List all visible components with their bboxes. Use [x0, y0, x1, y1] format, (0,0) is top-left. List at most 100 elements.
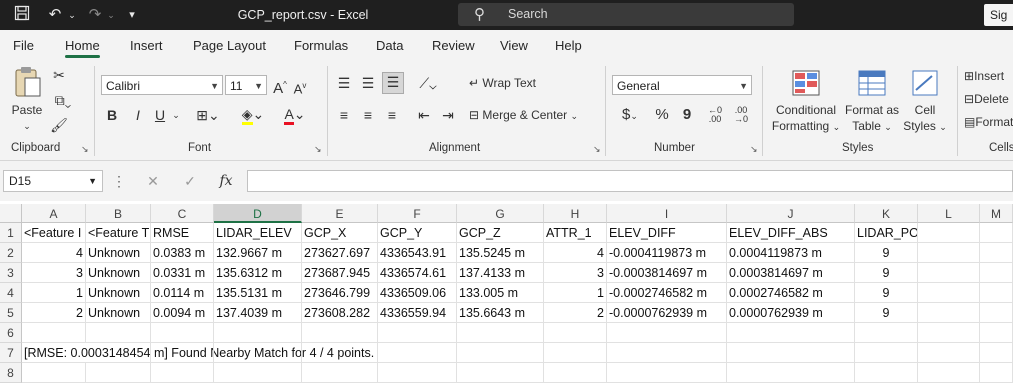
cell-c4[interactable]: 0.0114 m	[151, 283, 214, 303]
row-header-8[interactable]: 8	[0, 363, 22, 383]
chevron-down-icon[interactable]: ⌄	[170, 106, 182, 124]
cell-i6[interactable]	[607, 323, 727, 343]
dialog-launcher-icon[interactable]: ↘	[750, 144, 758, 155]
cell-f8[interactable]	[378, 363, 457, 383]
column-header-i[interactable]: I	[607, 204, 727, 223]
cell-k2[interactable]: 9	[855, 243, 918, 263]
font-size-select[interactable]: 11 ▼	[225, 75, 267, 95]
cell-k8[interactable]	[855, 363, 918, 383]
tab-page-layout[interactable]: Page Layout	[193, 30, 266, 60]
font-name-select[interactable]: Calibri ▼	[101, 75, 223, 95]
format-as-table-button[interactable]: Format as Table ⌄	[844, 68, 900, 135]
dialog-launcher-icon[interactable]: ↘	[314, 144, 322, 155]
cell-l7[interactable]	[918, 343, 980, 363]
cell-h5[interactable]: 2	[544, 303, 607, 323]
redo-dropdown-icon[interactable]: ⌄	[105, 5, 117, 25]
cell-k7[interactable]	[855, 343, 918, 363]
cell-j4[interactable]: 0.0002746582 m	[727, 283, 855, 303]
cut-icon[interactable]: ✂	[50, 66, 68, 84]
cell-j5[interactable]: 0.0000762939 m	[727, 303, 855, 323]
cell-l6[interactable]	[918, 323, 980, 343]
cell-g3[interactable]: 137.4133 m	[457, 263, 544, 283]
cell-d6[interactable]	[214, 323, 302, 343]
column-header-f[interactable]: F	[378, 204, 457, 223]
select-all-button[interactable]	[0, 204, 22, 223]
format-painter-icon[interactable]: 🖌	[50, 116, 68, 134]
cancel-icon[interactable]: ✕	[144, 172, 162, 190]
cell-d5[interactable]: 137.4039 m	[214, 303, 302, 323]
cell-a5[interactable]: 2	[22, 303, 86, 323]
tab-formulas[interactable]: Formulas	[294, 30, 348, 60]
tab-file[interactable]: File	[13, 30, 34, 60]
align-left-icon[interactable]: ≡	[335, 106, 353, 124]
cell-j3[interactable]: 0.0003814697 m	[727, 263, 855, 283]
cell-b3[interactable]: Unknown	[86, 263, 151, 283]
column-header-h[interactable]: H	[544, 204, 607, 223]
cell-j2[interactable]: 0.0004119873 m	[727, 243, 855, 263]
cell-g2[interactable]: 135.5245 m	[457, 243, 544, 263]
save-icon[interactable]	[12, 5, 32, 25]
column-header-e[interactable]: E	[302, 204, 378, 223]
cell-c5[interactable]: 0.0094 m	[151, 303, 214, 323]
shrink-font-button[interactable]: Av	[292, 77, 308, 98]
cell-c6[interactable]	[151, 323, 214, 343]
cell-l4[interactable]	[918, 283, 980, 303]
decrease-decimal-icon[interactable]: .00 →0	[730, 106, 752, 124]
cell-h4[interactable]: 1	[544, 283, 607, 303]
cell-f6[interactable]	[378, 323, 457, 343]
column-header-m[interactable]: M	[980, 204, 1013, 223]
delete-cells-button[interactable]: ⊟Delete	[964, 91, 1013, 107]
cell-l5[interactable]	[918, 303, 980, 323]
copy-icon[interactable]: ⧉⌄	[50, 91, 76, 109]
align-middle-icon[interactable]: ☰	[359, 74, 377, 92]
percent-button[interactable]: %	[653, 106, 671, 124]
cell-e1[interactable]: GCP_X	[302, 223, 378, 243]
cell-c8[interactable]	[151, 363, 214, 383]
font-color-button[interactable]: A⌄	[282, 105, 308, 125]
cell-h1[interactable]: ATTR_1	[544, 223, 607, 243]
cell-l3[interactable]	[918, 263, 980, 283]
cell-i8[interactable]	[607, 363, 727, 383]
cell-h7[interactable]	[544, 343, 607, 363]
cell-e5[interactable]: 273608.282	[302, 303, 378, 323]
row-header-5[interactable]: 5	[0, 303, 22, 323]
row-header-4[interactable]: 4	[0, 283, 22, 303]
cell-a8[interactable]	[22, 363, 86, 383]
column-header-c[interactable]: C	[151, 204, 214, 223]
dialog-launcher-icon[interactable]: ↘	[81, 144, 89, 155]
cell-c1[interactable]: RMSE	[151, 223, 214, 243]
comma-style-button[interactable]: 9	[680, 106, 694, 124]
row-header-3[interactable]: 3	[0, 263, 22, 283]
cell-g6[interactable]	[457, 323, 544, 343]
cell-h6[interactable]	[544, 323, 607, 343]
cell-j7[interactable]	[727, 343, 855, 363]
cell-j1[interactable]: ELEV_DIFF_ABS	[727, 223, 855, 243]
wrap-text-button[interactable]: ↵ Wrap Text	[469, 75, 549, 91]
row-header-6[interactable]: 6	[0, 323, 22, 343]
paste-button[interactable]: Paste ⌄	[8, 66, 46, 136]
cell-k1[interactable]: LIDAR_POINT_COUNT	[855, 223, 918, 243]
cell-a6[interactable]	[22, 323, 86, 343]
more-options-icon[interactable]: ⋮	[112, 172, 126, 190]
cell-d8[interactable]	[214, 363, 302, 383]
cell-m2[interactable]	[980, 243, 1013, 263]
sign-in-button[interactable]: Sig	[984, 4, 1013, 26]
formula-input[interactable]	[247, 170, 1013, 192]
cell-c7[interactable]	[151, 343, 214, 363]
tab-view[interactable]: View	[500, 30, 528, 60]
cell-k4[interactable]: 9	[855, 283, 918, 303]
cell-c2[interactable]: 0.0383 m	[151, 243, 214, 263]
column-header-l[interactable]: L	[918, 204, 980, 223]
cell-h2[interactable]: 4	[544, 243, 607, 263]
cell-f3[interactable]: 4336574.61	[378, 263, 457, 283]
cell-i7[interactable]	[607, 343, 727, 363]
cell-m1[interactable]	[980, 223, 1013, 243]
cell-k6[interactable]	[855, 323, 918, 343]
cell-g1[interactable]: GCP_Z	[457, 223, 544, 243]
column-header-d[interactable]: D	[214, 204, 302, 223]
cell-i3[interactable]: -0.0003814697 m	[607, 263, 727, 283]
cell-b5[interactable]: Unknown	[86, 303, 151, 323]
cell-k5[interactable]: 9	[855, 303, 918, 323]
cell-g5[interactable]: 135.6643 m	[457, 303, 544, 323]
cell-a1[interactable]: <Feature I	[22, 223, 86, 243]
